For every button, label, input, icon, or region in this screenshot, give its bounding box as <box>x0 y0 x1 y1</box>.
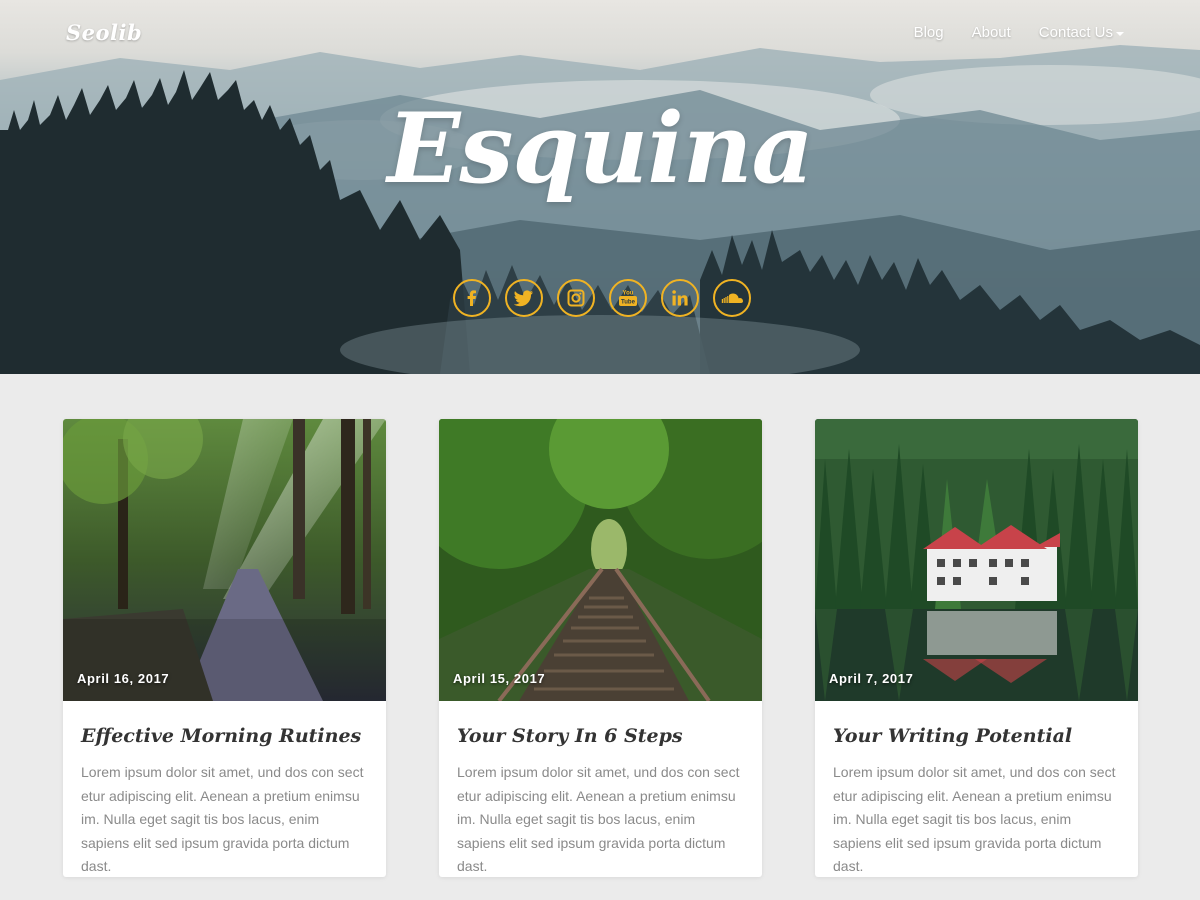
post-date: April 15, 2017 <box>453 671 546 686</box>
facebook-icon <box>467 290 476 306</box>
instagram-icon <box>567 289 585 307</box>
nav-item-about[interactable]: About <box>972 24 1011 41</box>
post-thumbnail[interactable]: April 16, 2017 <box>63 419 386 701</box>
youtube-link[interactable]: You Tube <box>609 279 647 317</box>
post-thumbnail[interactable]: April 7, 2017 <box>815 419 1138 701</box>
nav-item-contact-us[interactable]: Contact Us <box>1039 24 1124 41</box>
post-excerpt: Lorem ipsum dolor sit amet, und dos con … <box>81 764 364 874</box>
post-card[interactable]: April 15, 2017 Your Story In 6 Steps Lor… <box>439 419 762 877</box>
post-title[interactable]: Your Writing Potential <box>833 725 1120 747</box>
caret-down-icon <box>1116 31 1124 36</box>
svg-text:Tube: Tube <box>621 300 636 306</box>
hero-banner: Seolib Blog About Contact Us Esquina You… <box>0 0 1200 374</box>
twitter-link[interactable] <box>505 279 543 317</box>
instagram-link[interactable] <box>557 279 595 317</box>
post-thumbnail[interactable]: April 15, 2017 <box>439 419 762 701</box>
post-date: April 16, 2017 <box>77 671 170 686</box>
post-date: April 7, 2017 <box>829 671 914 686</box>
soundcloud-link[interactable] <box>713 279 751 317</box>
hero-title: Esquina <box>387 92 814 205</box>
facebook-link[interactable] <box>453 279 491 317</box>
soundcloud-icon <box>721 293 743 303</box>
nav-item-label: Blog <box>913 24 944 41</box>
svg-text:You: You <box>623 291 634 297</box>
post-title[interactable]: Effective Morning Rutines <box>81 725 368 747</box>
nav-item-label: About <box>971 24 1011 41</box>
railway-track-image <box>439 419 762 701</box>
linkedin-icon <box>672 290 688 306</box>
post-excerpt: Lorem ipsum dolor sit amet, und dos con … <box>833 764 1116 874</box>
post-excerpt: Lorem ipsum dolor sit amet, und dos con … <box>457 764 740 874</box>
forest-path-image <box>63 419 386 701</box>
site-logo[interactable]: Seolib <box>66 20 142 45</box>
post-title[interactable]: Your Story In 6 Steps <box>457 725 744 747</box>
lake-house-image <box>815 419 1138 701</box>
nav-item-label: Contact Us <box>1038 24 1113 41</box>
social-links: You Tube <box>453 279 751 317</box>
post-card[interactable]: April 16, 2017 Effective Morning Rutines… <box>63 419 386 877</box>
youtube-icon: You Tube <box>619 291 637 306</box>
linkedin-link[interactable] <box>661 279 699 317</box>
main-nav: Blog About Contact Us <box>914 24 1124 41</box>
twitter-icon <box>514 290 533 307</box>
nav-item-blog[interactable]: Blog <box>914 24 944 41</box>
post-grid: April 16, 2017 Effective Morning Rutines… <box>63 419 1138 877</box>
post-card[interactable]: April 7, 2017 Your Writing Potential Lor… <box>815 419 1138 877</box>
